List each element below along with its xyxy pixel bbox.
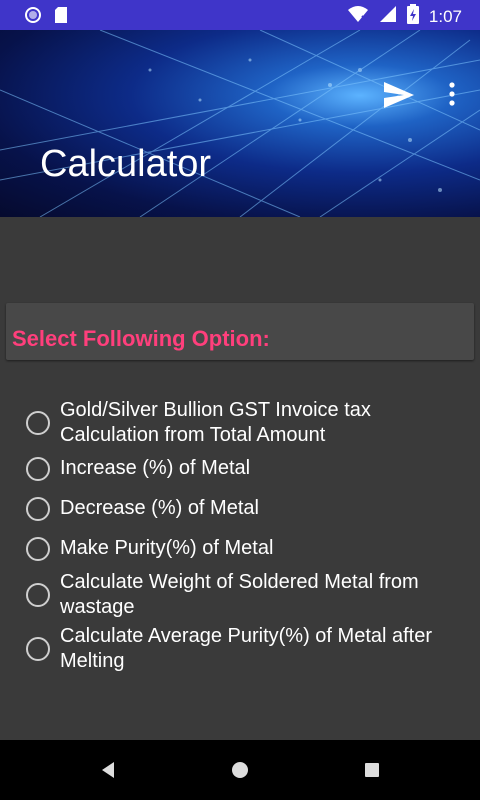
- home-button[interactable]: [230, 760, 250, 785]
- sd-card-icon: [54, 6, 68, 29]
- page-title: Calculator: [40, 143, 212, 185]
- signal-icon: [379, 5, 397, 28]
- radio-button[interactable]: [26, 496, 50, 521]
- radio-button[interactable]: [26, 536, 50, 561]
- send-button[interactable]: [382, 80, 416, 110]
- radio-button[interactable]: [26, 411, 50, 435]
- option-decrease-metal[interactable]: Decrease (%) of Metal: [26, 496, 466, 521]
- radio-button[interactable]: [26, 583, 50, 607]
- more-vert-icon: [449, 82, 455, 106]
- back-button[interactable]: [100, 760, 116, 785]
- option-label: Decrease (%) of Metal: [60, 497, 259, 519]
- option-label: Calculate Average Purity(%) of Metal aft…: [60, 625, 433, 672]
- back-icon: [102, 762, 114, 778]
- more-options-button[interactable]: [442, 80, 462, 110]
- section-heading: Select Following Option:: [12, 326, 270, 351]
- option-label: Calculate Weight of Soldered Metal from …: [60, 571, 419, 618]
- option-average-purity[interactable]: Calculate Average Purity(%) of Metal aft…: [26, 624, 466, 674]
- send-icon: [384, 82, 414, 108]
- section-header-card: Select Following Option:: [6, 303, 474, 360]
- option-label: Make Purity(%) of Metal: [60, 537, 274, 559]
- option-label: Gold/Silver Bullion GST Invoice tax Calc…: [60, 399, 371, 446]
- navigation-bar: [0, 740, 480, 800]
- battery-icon: [406, 4, 419, 29]
- option-increase-metal[interactable]: Increase (%) of Metal: [26, 456, 466, 481]
- clock-text: 1:07: [428, 6, 462, 26]
- radio-button[interactable]: [26, 456, 50, 481]
- option-make-purity[interactable]: Make Purity(%) of Metal: [26, 536, 466, 561]
- home-icon: [232, 762, 248, 778]
- option-gst-invoice-tax[interactable]: Gold/Silver Bullion GST Invoice tax Calc…: [26, 398, 466, 448]
- option-soldered-weight[interactable]: Calculate Weight of Soldered Metal from …: [26, 570, 466, 620]
- status-bar: 1:07: [0, 0, 480, 30]
- app-bar: Calculator: [0, 30, 480, 217]
- option-label: Increase (%) of Metal: [60, 457, 251, 479]
- recents-icon: [365, 763, 379, 777]
- wifi-icon: [347, 5, 369, 28]
- circle-icon: [24, 6, 42, 29]
- radio-button[interactable]: [26, 637, 50, 661]
- recents-button[interactable]: [363, 760, 381, 785]
- header-background-graphic: [0, 30, 480, 217]
